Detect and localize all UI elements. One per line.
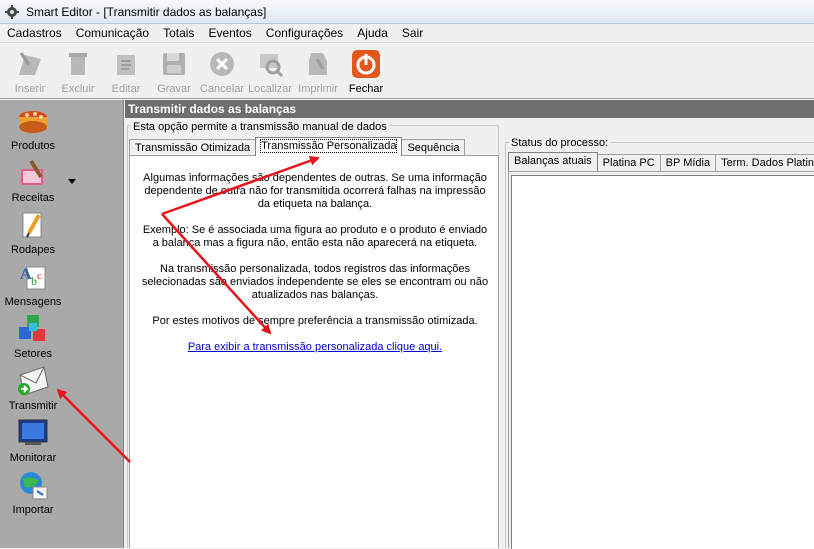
sidebar-label-setores: Setores bbox=[14, 348, 52, 360]
sidebar: Produtos Receitas Rodapes Abc Mensagens … bbox=[0, 100, 124, 548]
chevron-down-icon[interactable] bbox=[66, 176, 78, 186]
status-tab-content bbox=[508, 171, 814, 549]
print-icon bbox=[301, 48, 335, 80]
info-paragraph-dependencies: Algumas informações são dependentes de o… bbox=[143, 172, 487, 210]
editar-button[interactable]: Editar bbox=[102, 44, 150, 98]
sidebar-item-importar[interactable]: Importar bbox=[0, 469, 66, 516]
sidebar-label-importar: Importar bbox=[12, 504, 54, 516]
tab-bp-midia[interactable]: BP Mídia bbox=[659, 154, 717, 171]
tab-label: Transmissão Personalizada bbox=[260, 139, 398, 153]
search-icon bbox=[253, 48, 287, 80]
info-paragraph-example: Exemplo: Se é associada uma figura ao pr… bbox=[142, 224, 488, 249]
sidebar-label-rodapes: Rodapes bbox=[10, 244, 56, 256]
menu-bar: Cadastros Comunicação Totais Eventos Con… bbox=[0, 24, 814, 43]
menu-sair[interactable]: Sair bbox=[395, 24, 430, 43]
menu-eventos[interactable]: Eventos bbox=[201, 24, 258, 43]
inserir-label: Inserir bbox=[14, 83, 46, 95]
fechar-label: Fechar bbox=[348, 83, 384, 95]
tab-transmissao-personalizada[interactable]: Transmissão Personalizada bbox=[255, 137, 403, 156]
title-bar: Smart Editor - [Transmitir dados as bala… bbox=[0, 0, 814, 24]
info-paragraph-recommendation: Por estes motivos de sempre preferência … bbox=[152, 315, 478, 327]
imprimir-label: Imprimir bbox=[298, 83, 338, 95]
sidebar-item-transmitir[interactable]: Transmitir bbox=[0, 365, 66, 412]
localizar-label: Localizar bbox=[247, 83, 293, 95]
save-icon bbox=[157, 48, 191, 80]
sidebar-label-transmitir: Transmitir bbox=[8, 400, 58, 412]
sidebar-label-mensagens: Mensagens bbox=[4, 296, 62, 308]
sidebar-label-receitas: Receitas bbox=[11, 192, 55, 204]
sidebar-item-mensagens[interactable]: Abc Mensagens bbox=[0, 261, 66, 308]
menu-cadastros[interactable]: Cadastros bbox=[0, 24, 69, 43]
show-personalized-link[interactable]: Para exibir a transmissão personalizada … bbox=[140, 341, 490, 353]
cancelar-button[interactable]: Cancelar bbox=[198, 44, 246, 98]
edit-icon bbox=[109, 48, 143, 80]
svg-text:c: c bbox=[37, 270, 42, 282]
tabs-left: Transmissão Otimizada Transmissão Person… bbox=[129, 137, 466, 156]
insert-icon bbox=[13, 48, 47, 80]
imprimir-button[interactable]: Imprimir bbox=[294, 44, 342, 98]
menu-comunicacao[interactable]: Comunicação bbox=[69, 24, 156, 43]
sidebar-label-monitorar: Monitorar bbox=[9, 452, 57, 464]
cancel-icon bbox=[205, 48, 239, 80]
menu-totais[interactable]: Totais bbox=[156, 24, 201, 43]
power-icon bbox=[349, 48, 383, 80]
info-paragraph-personalized: Na transmissão personalizada, todos regi… bbox=[141, 263, 489, 301]
cubes-icon bbox=[16, 313, 50, 345]
sidebar-item-monitorar[interactable]: Monitorar bbox=[0, 417, 66, 464]
tab-content-personalizada: Algumas informações são dependentes de o… bbox=[129, 155, 499, 548]
sidebar-item-setores[interactable]: Setores bbox=[0, 313, 66, 360]
fechar-button[interactable]: Fechar bbox=[342, 44, 390, 98]
envelope-send-icon bbox=[16, 365, 50, 397]
sidebar-item-produtos[interactable]: Produtos bbox=[0, 105, 66, 152]
window-title: Smart Editor - [Transmitir dados as bala… bbox=[26, 4, 267, 19]
cancelar-label: Cancelar bbox=[199, 83, 245, 95]
tab-label: Sequência bbox=[407, 142, 460, 154]
editar-label: Editar bbox=[111, 83, 141, 95]
status-legend: Status do processo: bbox=[509, 137, 611, 149]
import-globe-icon bbox=[16, 469, 50, 501]
gravar-button[interactable]: Gravar bbox=[150, 44, 198, 98]
abc-icon: Abc bbox=[16, 261, 50, 293]
monitor-icon bbox=[16, 417, 50, 449]
scale-list[interactable] bbox=[511, 175, 814, 549]
tab-platina-pc[interactable]: Platina PC bbox=[596, 154, 661, 171]
tab-label: Transmissão Otimizada bbox=[135, 142, 251, 154]
tab-label: BP Mídia bbox=[665, 157, 711, 169]
cake-icon bbox=[16, 105, 50, 137]
tab-balancas-atuais[interactable]: Balanças atuais bbox=[508, 152, 598, 171]
excluir-button[interactable]: Excluir bbox=[54, 44, 102, 98]
gear-icon[interactable] bbox=[4, 4, 20, 20]
tab-term-dados-platina[interactable]: Term. Dados Platina bbox=[715, 154, 814, 171]
inserir-button[interactable]: Inserir bbox=[6, 44, 54, 98]
pencil-icon bbox=[16, 209, 50, 241]
excluir-label: Excluir bbox=[61, 83, 95, 95]
sidebar-label-produtos: Produtos bbox=[10, 140, 56, 152]
tab-label: Platina PC bbox=[602, 157, 655, 169]
tab-sequencia[interactable]: Sequência bbox=[401, 139, 466, 156]
tab-label: Balanças atuais bbox=[514, 155, 592, 167]
sidebar-item-receitas[interactable]: Receitas bbox=[0, 157, 66, 204]
menu-configuracoes[interactable]: Configurações bbox=[259, 24, 350, 43]
panel-header: Transmitir dados as balanças bbox=[125, 100, 814, 118]
localizar-button[interactable]: Localizar bbox=[246, 44, 294, 98]
menu-ajuda[interactable]: Ajuda bbox=[350, 24, 395, 43]
tab-label: Term. Dados Platina bbox=[721, 157, 814, 169]
main-panel: Transmitir dados as balanças Esta opção … bbox=[125, 100, 814, 549]
recipe-icon bbox=[16, 157, 50, 189]
tab-transmissao-otimizada[interactable]: Transmissão Otimizada bbox=[129, 139, 257, 156]
toolbar: Inserir Excluir Editar Gravar Cancelar L… bbox=[0, 44, 814, 99]
group-left-legend: Esta opção permite a transmissão manual … bbox=[131, 121, 389, 133]
delete-icon bbox=[61, 48, 95, 80]
gravar-label: Gravar bbox=[157, 83, 191, 95]
tabs-right: Balanças atuais Platina PC BP Mídia Term… bbox=[508, 152, 814, 171]
sidebar-item-rodapes[interactable]: Rodapes bbox=[0, 209, 66, 256]
